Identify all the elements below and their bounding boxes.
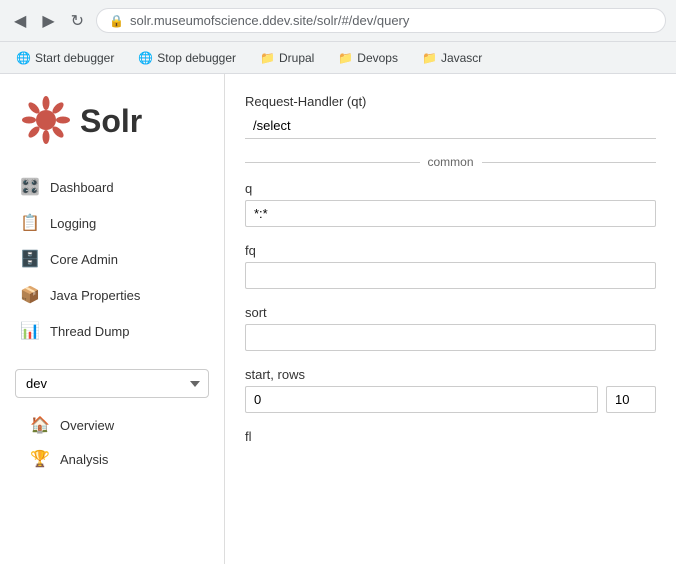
- sidebar-item-thread-dump[interactable]: 📊 Thread Dump: [0, 313, 224, 349]
- bookmark-label-4: Devops: [357, 51, 398, 65]
- main-panel: Request-Handler (qt) common q fq sort st…: [225, 74, 676, 564]
- analysis-icon: 🏆: [30, 449, 50, 469]
- core-admin-icon: 🗄️: [20, 249, 40, 269]
- sidebar-item-label-overview: Overview: [60, 418, 114, 433]
- rows-input[interactable]: [606, 386, 656, 413]
- start-input[interactable]: [245, 386, 598, 413]
- sidebar-item-overview[interactable]: 🏠 Overview: [0, 408, 224, 442]
- url-path: /solr/#/dev/query: [313, 13, 409, 28]
- url-domain: solr.museumofscience.ddev.site: [130, 13, 313, 28]
- sidebar-sub-nav: 🏠 Overview 🏆 Analysis: [0, 408, 224, 476]
- lock-icon: 🔒: [109, 14, 124, 28]
- sort-field-group: sort: [245, 305, 656, 351]
- common-section-divider: common: [245, 155, 656, 169]
- bookmark-folder-icon-2: 📁: [338, 51, 353, 65]
- thread-dump-icon: 📊: [20, 321, 40, 341]
- solr-logo-text: Solr: [80, 103, 142, 140]
- forward-button[interactable]: ▶: [38, 9, 58, 33]
- bookmark-javascr[interactable]: 📁 Javascr: [416, 49, 488, 67]
- sidebar-item-java-properties[interactable]: 📦 Java Properties: [0, 277, 224, 313]
- sidebar-item-label-dashboard: Dashboard: [50, 180, 114, 195]
- solr-logo-icon: [20, 94, 72, 149]
- sort-input[interactable]: [245, 324, 656, 351]
- fq-label: fq: [245, 243, 656, 258]
- fl-label: fl: [245, 429, 656, 444]
- request-handler-input[interactable]: [245, 113, 656, 139]
- bookmark-drupal[interactable]: 📁 Drupal: [254, 49, 320, 67]
- back-button[interactable]: ◀: [10, 9, 30, 33]
- sidebar-item-dashboard[interactable]: 🎛️ Dashboard: [0, 169, 224, 205]
- reload-button[interactable]: ↻: [67, 9, 88, 33]
- core-selector-container: dev prod staging: [0, 359, 224, 408]
- fq-field-group: fq: [245, 243, 656, 289]
- bookmark-folder-icon: 📁: [260, 51, 275, 65]
- bookmark-label-2: Stop debugger: [157, 51, 236, 65]
- bookmark-label-3: Drupal: [279, 51, 314, 65]
- start-rows-label: start, rows: [245, 367, 656, 382]
- bookmark-folder-icon-3: 📁: [422, 51, 437, 65]
- url-bar[interactable]: 🔒 solr.museumofscience.ddev.site/solr/#/…: [96, 8, 666, 33]
- sidebar-item-label-java: Java Properties: [50, 288, 140, 303]
- request-handler-group: Request-Handler (qt): [245, 94, 656, 139]
- common-label: common: [428, 155, 474, 169]
- bookmark-label: Start debugger: [35, 51, 114, 65]
- bookmarks-bar: 🌐 Start debugger 🌐 Stop debugger 📁 Drupa…: [0, 42, 676, 74]
- java-properties-icon: 📦: [20, 285, 40, 305]
- fq-input[interactable]: [245, 262, 656, 289]
- fl-field-group: fl: [245, 429, 656, 444]
- bookmark-devops[interactable]: 📁 Devops: [332, 49, 404, 67]
- dashboard-icon: 🎛️: [20, 177, 40, 197]
- overview-icon: 🏠: [30, 415, 50, 435]
- sidebar-item-label-logging: Logging: [50, 216, 96, 231]
- bookmark-stop-debugger[interactable]: 🌐 Stop debugger: [132, 49, 242, 67]
- request-handler-label: Request-Handler (qt): [245, 94, 656, 109]
- sidebar-item-analysis[interactable]: 🏆 Analysis: [0, 442, 224, 476]
- sidebar-item-label-core-admin: Core Admin: [50, 252, 118, 267]
- q-field-group: q: [245, 181, 656, 227]
- sort-label: sort: [245, 305, 656, 320]
- core-selector[interactable]: dev prod staging: [15, 369, 209, 398]
- browser-bar: ◀ ▶ ↻ 🔒 solr.museumofscience.ddev.site/s…: [0, 0, 676, 42]
- sidebar-item-logging[interactable]: 📋 Logging: [0, 205, 224, 241]
- q-label: q: [245, 181, 656, 196]
- bookmark-icon-2: 🌐: [138, 51, 153, 65]
- q-input[interactable]: [245, 200, 656, 227]
- sidebar-item-core-admin[interactable]: 🗄️ Core Admin: [0, 241, 224, 277]
- bookmark-start-debugger[interactable]: 🌐 Start debugger: [10, 49, 120, 67]
- start-rows-group: start, rows: [245, 367, 656, 413]
- sidebar-item-label-thread: Thread Dump: [50, 324, 129, 339]
- bookmark-label-5: Javascr: [441, 51, 482, 65]
- bookmark-icon: 🌐: [16, 51, 31, 65]
- sidebar-nav: 🎛️ Dashboard 📋 Logging 🗄️ Core Admin 📦 J…: [0, 169, 224, 349]
- app-container: Solr 🎛️ Dashboard 📋 Logging 🗄️ Core Admi…: [0, 74, 676, 564]
- start-rows-inputs: [245, 386, 656, 413]
- url-text: solr.museumofscience.ddev.site/solr/#/de…: [130, 13, 409, 28]
- sidebar-logo: Solr: [0, 74, 224, 159]
- sidebar: Solr 🎛️ Dashboard 📋 Logging 🗄️ Core Admi…: [0, 74, 225, 564]
- sidebar-item-label-analysis: Analysis: [60, 452, 108, 467]
- logging-icon: 📋: [20, 213, 40, 233]
